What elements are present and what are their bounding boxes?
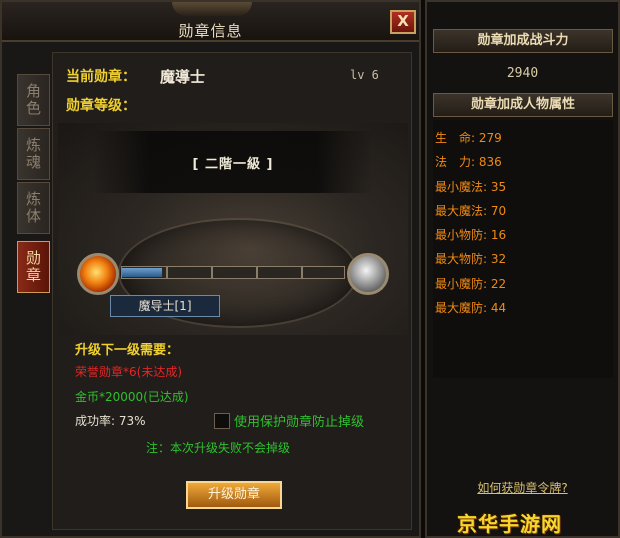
upgrade-note: 注：本次升级失败不会掉级 <box>146 441 291 455</box>
attribute-row: 最大魔防: 44 <box>435 301 507 315</box>
rank-text: [ 二階一級 ] <box>192 157 274 172</box>
title-ornament <box>172 2 252 16</box>
attribute-row: 最小魔防: 22 <box>435 277 507 291</box>
current-medal-name: 魔導士 <box>160 68 206 86</box>
medal-bonus-panel: 勋章加成战斗力 2940 勋章加成人物属性 生 命: 279 法 力: 836 … <box>425 0 620 538</box>
current-medal-label: 当前勋章： <box>66 69 136 85</box>
attribute-row: 法 力: 836 <box>435 155 502 169</box>
upgrade-medal-button[interactable]: 升级勋章 <box>186 481 282 509</box>
attribute-row: 最大魔法: 70 <box>435 204 507 218</box>
fire-orb-icon <box>77 253 119 295</box>
attribute-row: 生 命: 279 <box>435 131 502 145</box>
attributes-header: 勋章加成人物属性 <box>433 93 613 117</box>
success-rate: 成功率: 73% <box>75 414 146 428</box>
tab-medal[interactable]: 勋章 <box>17 241 50 293</box>
title-bar: 勋章信息 X <box>2 2 419 42</box>
protect-checkbox[interactable] <box>214 412 230 429</box>
tab-character[interactable]: 角色 <box>17 74 50 126</box>
progress-tick <box>211 267 213 278</box>
progress-tick <box>301 267 303 278</box>
requirement-item: 荣誉勋章*6(未达成) <box>75 365 182 379</box>
how-to-get-medal-link[interactable]: 如何获勋章令牌? <box>427 479 618 496</box>
power-header: 勋章加成战斗力 <box>433 29 613 53</box>
site-watermark: 京华手游网 <box>457 512 562 536</box>
medal-level: lv 6 <box>350 68 379 82</box>
attribute-row: 最小物防: 16 <box>435 228 507 242</box>
stone-orb-icon <box>347 253 389 295</box>
medal-info-window: 勋章信息 X 角色 炼魂 炼体 勋章 当前勋章： 魔導士 lv 6 勋章等级： … <box>0 0 421 538</box>
tab-soul-refine[interactable]: 炼魂 <box>17 128 50 180</box>
attributes-list: 生 命: 279 法 力: 836 最小魔法: 35 最大魔法: 70 最小物防… <box>433 120 613 378</box>
medal-content-panel: 当前勋章： 魔導士 lv 6 勋章等级： [ 二階一級 ] 魔导士[1] 升级下… <box>52 52 412 530</box>
requirements-title: 升级下一级需要： <box>75 343 180 358</box>
close-button[interactable]: X <box>390 10 416 34</box>
power-value: 2940 <box>506 66 539 81</box>
progress-tick <box>256 267 258 278</box>
attribute-row: 最大物防: 32 <box>435 252 507 266</box>
requirement-item: 金币*20000(已达成) <box>75 390 189 404</box>
medal-grade-label: 勋章等级： <box>66 98 136 114</box>
progress-track <box>121 266 345 279</box>
progress-tick <box>166 267 168 278</box>
attribute-row: 最小魔法: 35 <box>435 180 507 194</box>
tab-body-refine[interactable]: 炼体 <box>17 182 50 234</box>
protect-medal-toggle[interactable]: 使用保护勋章防止掉级 <box>214 411 364 430</box>
progress-fill <box>122 268 162 277</box>
window-title: 勋章信息 <box>178 22 243 40</box>
medal-level-tag: 魔导士[1] <box>110 295 220 317</box>
protect-label: 使用保护勋章防止掉级 <box>234 415 365 430</box>
